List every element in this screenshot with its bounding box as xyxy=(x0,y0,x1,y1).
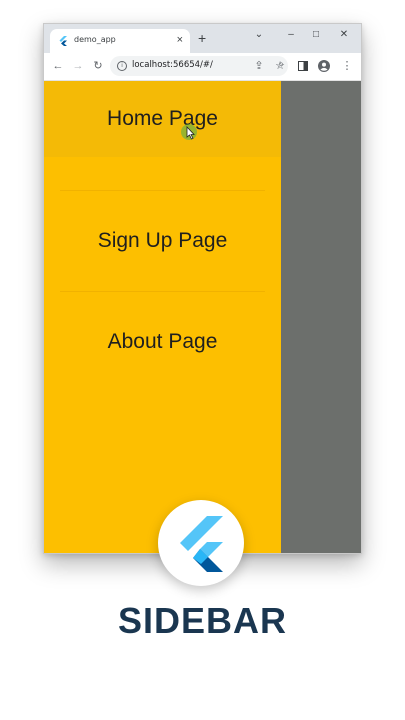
browser-titlebar: demo_app × + ⌄ – □ ✕ xyxy=(44,24,361,53)
drawer-item-about[interactable]: About Page xyxy=(44,304,281,380)
flutter-logo-badge xyxy=(158,500,244,586)
side-panel-icon[interactable] xyxy=(298,61,308,71)
bookmark-star-icon[interactable]: ☆ xyxy=(273,59,287,73)
share-icon[interactable]: ⇪ xyxy=(252,59,266,73)
browser-tab[interactable]: demo_app × xyxy=(50,29,190,53)
flutter-logo-icon xyxy=(180,516,223,572)
drawer-item-label: Home Page xyxy=(107,107,218,130)
tab-title: demo_app xyxy=(74,35,116,44)
window-close-icon[interactable]: ✕ xyxy=(336,28,352,42)
drawer-item-label: About Page xyxy=(107,330,218,353)
maximize-icon[interactable]: □ xyxy=(308,28,324,42)
url-text[interactable]: localhost:56654/#/ xyxy=(132,60,213,70)
menu-icon[interactable]: ⋮ xyxy=(340,59,354,73)
reload-icon[interactable]: ↻ xyxy=(91,59,105,73)
drawer-divider xyxy=(60,190,265,191)
browser-toolbar: ← → ↻ i localhost:56654/#/ ⌕ ⇪ ☆ ⋮ xyxy=(44,53,361,81)
drawer-item-label: Sign Up Page xyxy=(97,229,228,252)
tab-close-icon[interactable]: × xyxy=(177,33,183,47)
app-content: Home Page Sign Up Page About Page xyxy=(44,81,361,553)
page-caption: SIDEBAR xyxy=(117,600,288,641)
back-icon[interactable]: ← xyxy=(51,59,65,73)
drawer-divider xyxy=(60,291,265,292)
minimize-icon[interactable]: – xyxy=(283,28,299,42)
mouse-cursor-icon xyxy=(181,124,197,140)
flutter-favicon-icon xyxy=(59,36,67,46)
site-info-icon[interactable]: i xyxy=(117,61,127,71)
tab-search-icon[interactable]: ⌄ xyxy=(251,28,267,42)
profile-icon[interactable] xyxy=(318,60,330,72)
sidebar-drawer: Home Page Sign Up Page About Page xyxy=(44,81,281,553)
drawer-item-signup[interactable]: Sign Up Page xyxy=(44,203,281,279)
drawer-item-home[interactable]: Home Page xyxy=(44,81,281,157)
forward-icon[interactable]: → xyxy=(71,59,85,73)
new-tab-icon[interactable]: + xyxy=(198,30,206,46)
browser-window: demo_app × + ⌄ – □ ✕ ← → ↻ i localhost:5… xyxy=(43,23,362,554)
